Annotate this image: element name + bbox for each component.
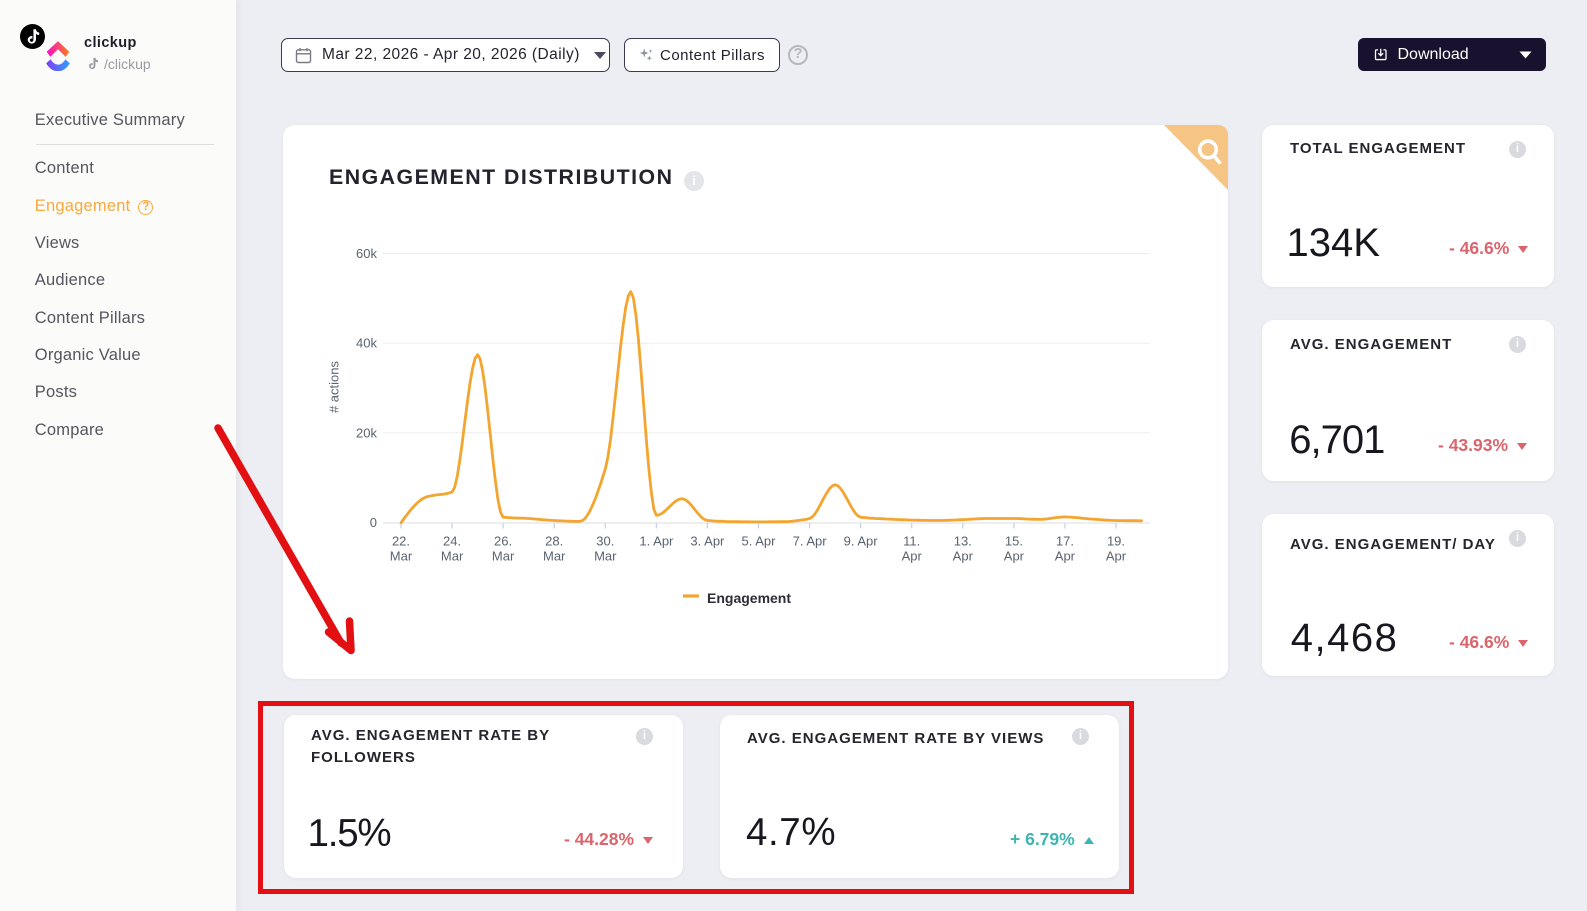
svg-text:Apr: Apr — [902, 549, 923, 564]
svg-text:15.: 15. — [1005, 534, 1023, 549]
svg-text:Mar: Mar — [492, 549, 515, 564]
svg-text:60k: 60k — [356, 246, 377, 261]
svg-text:Mar: Mar — [441, 549, 464, 564]
svg-text:28.: 28. — [545, 534, 563, 549]
svg-text:17.: 17. — [1056, 534, 1074, 549]
svg-text:Apr: Apr — [953, 549, 974, 564]
svg-text:1. Apr: 1. Apr — [639, 534, 674, 549]
svg-text:Mar: Mar — [594, 549, 617, 564]
svg-text:7. Apr: 7. Apr — [793, 534, 828, 549]
svg-text:40k: 40k — [356, 336, 377, 351]
svg-text:13.: 13. — [954, 534, 972, 549]
svg-text:3. Apr: 3. Apr — [690, 534, 725, 549]
svg-text:Apr: Apr — [1004, 549, 1025, 564]
svg-text:5. Apr: 5. Apr — [742, 534, 777, 549]
svg-text:0: 0 — [370, 515, 377, 530]
svg-text:Engagement: Engagement — [707, 590, 791, 606]
svg-text:Apr: Apr — [1055, 549, 1076, 564]
svg-text:Mar: Mar — [543, 549, 566, 564]
svg-text:19.: 19. — [1107, 534, 1125, 549]
svg-text:30.: 30. — [596, 534, 614, 549]
svg-text:9. Apr: 9. Apr — [844, 534, 879, 549]
svg-text:22.: 22. — [392, 534, 410, 549]
svg-text:11.: 11. — [903, 534, 920, 549]
svg-text:Mar: Mar — [390, 549, 413, 564]
svg-text:Apr: Apr — [1106, 549, 1127, 564]
svg-text:26.: 26. — [494, 534, 512, 549]
svg-text:24.: 24. — [443, 534, 461, 549]
